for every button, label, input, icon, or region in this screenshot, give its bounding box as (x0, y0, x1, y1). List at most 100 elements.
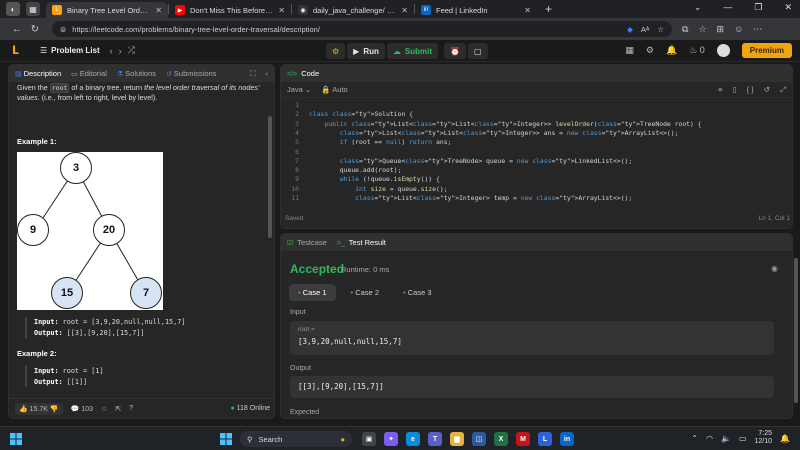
windows-logo-icon[interactable] (220, 433, 232, 445)
code-panel: </> Code Java ⌄ 🔒 Auto ≡ ▯ { } ↺ ⤢ 1 2 cla… (280, 64, 793, 229)
tab-solutions[interactable]: ⚗ Solutions (117, 69, 156, 78)
tab-testcase[interactable]: ☑ Testcase (287, 238, 327, 247)
split-screen-icon[interactable]: ⧉ (682, 24, 688, 35)
reset-icon[interactable]: ↺ (764, 85, 770, 94)
avatar[interactable] (716, 44, 730, 57)
eye-icon[interactable]: ◉ (771, 264, 778, 273)
help-icon[interactable]: ? (129, 405, 133, 412)
format-icon[interactable]: ≡ (718, 85, 722, 94)
mcafee-icon[interactable]: M (516, 432, 530, 446)
saved-status: Saved (285, 215, 304, 222)
back-icon[interactable]: ← (8, 24, 26, 35)
layout-icon[interactable]: ▦ (625, 45, 634, 56)
linkedin-app-icon[interactable]: in (560, 432, 574, 446)
copilot-app-icon[interactable]: ✦ (384, 432, 398, 446)
auto-mode-toggle[interactable]: 🔒 Auto (321, 85, 347, 94)
description-scrollbar[interactable] (268, 116, 272, 238)
terminal-icon: >_ (336, 240, 345, 247)
submit-button[interactable]: ☁ Submit (386, 43, 438, 59)
teams-icon[interactable]: T (428, 432, 442, 446)
io-value: [[1]] (66, 377, 88, 386)
braces-icon[interactable]: { } (747, 85, 754, 94)
browser-tab[interactable]: ◉ daily_java_challenge/ at main · Hi ✕ (292, 2, 414, 18)
close-tab-icon[interactable]: ✕ (155, 6, 162, 15)
problem-list-link[interactable]: ☰ Problem List (40, 46, 100, 55)
premium-button[interactable]: Premium (741, 43, 792, 58)
run-button[interactable]: ▶ Run (347, 43, 385, 59)
tab-description[interactable]: ▤ Description (15, 69, 61, 78)
notifications-icon[interactable]: 🔔 (780, 434, 790, 443)
battery-icon[interactable]: ▭ (739, 434, 747, 443)
like-button[interactable]: 👍 15.7K 👎 (15, 402, 63, 415)
tab-list-icon[interactable]: ▦ (26, 2, 40, 16)
settings-gear-icon[interactable]: ⚙ (646, 45, 654, 56)
browser-tab[interactable]: L Binary Tree Level Order Traversal ✕ (46, 2, 168, 18)
leetcode-app-icon[interactable]: L (538, 432, 552, 446)
notes-button[interactable]: ▢ (467, 43, 488, 59)
tab-favicon-icon: L (52, 5, 62, 15)
store-icon[interactable]: ◫ (472, 432, 486, 446)
tab-test-result[interactable]: >_ Test Result (337, 238, 386, 247)
streak-counter[interactable]: ♨ 0 (689, 45, 705, 56)
volume-icon[interactable]: 🔈 (721, 434, 731, 443)
wifi-icon[interactable]: ◠ (706, 434, 713, 443)
tab-submissions[interactable]: ↺ Submissions (166, 69, 216, 78)
tab-code[interactable]: </> Code (287, 69, 319, 78)
next-problem-icon[interactable]: › (119, 46, 122, 56)
notification-icon[interactable]: 🔔 (666, 45, 677, 56)
taskbar-search[interactable]: ⚲ Search ● (240, 431, 352, 447)
description-footer: 👍 15.7K 👎 💬 103 ☆ ⇱ ? ● 118 Online (9, 398, 274, 418)
comments-button[interactable]: 💬 103 (71, 405, 93, 413)
code-editor[interactable]: 1 2 class class="ty">Solution {3 public cl… (281, 101, 792, 209)
url-field[interactable]: ⊜ https://leetcode.com/problems/binary-t… (52, 21, 672, 37)
clock[interactable]: 7:25 12/10 (755, 430, 773, 446)
maximize-icon[interactable]: ❐ (754, 2, 762, 13)
copilot-icon: ● (340, 434, 345, 444)
share-icon[interactable]: ⇱ (115, 405, 121, 413)
close-tab-icon[interactable]: ✕ (278, 6, 285, 15)
more-icon[interactable]: ⋯ (753, 24, 762, 35)
minimize-icon[interactable]: — (723, 2, 732, 13)
browser-tab[interactable]: ▶ Don't Miss This Before Your ✕ (169, 2, 291, 18)
browser-tab[interactable]: in Feed | LinkedIn ✕ (415, 2, 537, 18)
close-tab-icon[interactable]: ✕ (524, 6, 531, 15)
case-tab[interactable]: • Case 1 (289, 284, 336, 301)
language-select[interactable]: Java ⌄ (287, 85, 311, 94)
debug-button[interactable]: ⚙ (326, 43, 346, 59)
windows-start-icon[interactable] (10, 433, 22, 445)
collections-icon[interactable]: ⊞ (717, 24, 725, 35)
extension-icon[interactable]: ◆ (627, 25, 633, 34)
prev-problem-icon[interactable]: ‹ (110, 46, 113, 56)
fullscreen-icon[interactable]: ⤢ (780, 85, 786, 95)
file-explorer-icon[interactable]: ▆ (450, 432, 464, 446)
online-count: ● 118 Online (230, 405, 270, 412)
excel-icon[interactable]: X (494, 432, 508, 446)
profile-avatar-icon[interactable]: ☺ (734, 24, 743, 34)
site-info-icon[interactable]: ⊜ (60, 25, 66, 34)
close-tab-icon[interactable]: ✕ (401, 6, 408, 15)
chevron-down-icon[interactable]: ⌄ (694, 2, 702, 13)
shuffle-icon[interactable]: ⤮ (128, 45, 135, 56)
favorites-icon[interactable]: ☆ (698, 24, 706, 35)
reload-icon[interactable]: ↻ (26, 24, 44, 35)
profile-icon[interactable]: ◐ (6, 2, 20, 16)
case-label: Case 1 (302, 288, 327, 297)
expand-icon[interactable]: ⛶ (250, 69, 255, 79)
timer-button[interactable]: ⏰ (444, 43, 466, 59)
case-tab[interactable]: • Case 3 (394, 284, 441, 301)
page-scrollbar[interactable] (794, 258, 798, 403)
collapse-icon[interactable]: ‹ (266, 69, 269, 78)
task-view-icon[interactable]: ▣ (362, 432, 376, 446)
edge-browser-icon[interactable]: e (406, 432, 420, 446)
new-tab-button[interactable]: + (545, 2, 552, 16)
case-tab[interactable]: • Case 2 (342, 284, 389, 301)
close-window-icon[interactable]: ✕ (784, 2, 792, 13)
chevron-up-icon[interactable]: ⌃ (691, 434, 698, 443)
favorite-icon[interactable]: ☆ (657, 25, 664, 34)
read-aloud-icon[interactable]: Aᴬ (641, 25, 649, 34)
bookmark-icon[interactable]: ▯ (732, 85, 736, 94)
tab-editorial[interactable]: ▭ Editorial (71, 69, 107, 78)
leetcode-logo-icon[interactable]: ᒪ (12, 45, 24, 57)
star-icon[interactable]: ☆ (101, 405, 107, 413)
thumbs-down-icon[interactable]: 👎 (50, 406, 59, 413)
